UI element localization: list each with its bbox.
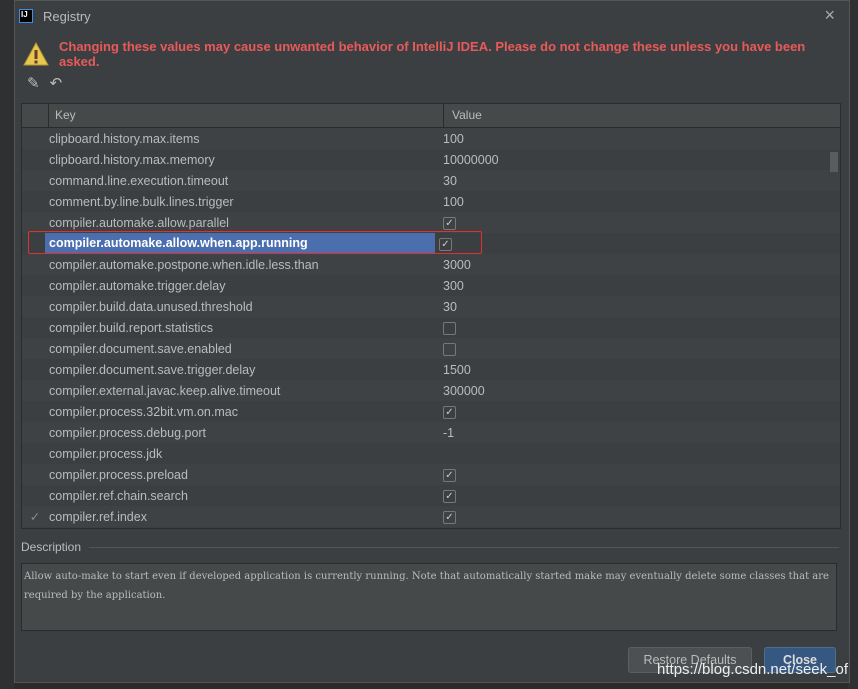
table-row[interactable]: compiler.build.data.unused.threshold 30 bbox=[22, 296, 840, 317]
value-column: 3000 bbox=[439, 258, 471, 272]
window-title: Registry bbox=[43, 8, 91, 24]
table-row[interactable]: compiler.build.report.statistics bbox=[22, 317, 840, 338]
description-text: Allow auto-make to start even if develop… bbox=[21, 563, 837, 631]
warning-banner: Changing these values may cause unwanted… bbox=[23, 39, 849, 69]
table-row[interactable]: compiler.document.save.trigger.delay 1500 bbox=[22, 359, 840, 380]
key-cell: compiler.process.debug.port bbox=[49, 425, 207, 440]
registry-dialog: IJ Registry × Changing these values may … bbox=[14, 0, 850, 683]
table-row[interactable]: compiler.automake.postpone.when.idle.les… bbox=[22, 254, 840, 275]
table-row[interactable]: command.line.execution.timeout 30 bbox=[22, 170, 840, 191]
key-cell: compiler.build.report.statistics bbox=[49, 320, 213, 335]
title-bar: IJ Registry bbox=[19, 7, 91, 25]
value-column bbox=[439, 341, 456, 356]
warning-text: Changing these values may cause unwanted… bbox=[58, 39, 806, 69]
key-cell: compiler.ref.chain.search bbox=[49, 488, 188, 503]
table-row[interactable]: compiler.process.32bit.vm.on.mac ✓ bbox=[22, 401, 840, 422]
scrollbar-thumb[interactable] bbox=[830, 152, 838, 172]
key-cell: clipboard.history.max.items bbox=[49, 131, 200, 146]
value-cell[interactable]: 100 bbox=[443, 132, 464, 146]
value-column: 10000000 bbox=[439, 153, 499, 167]
value-column: 300000 bbox=[439, 384, 485, 398]
toolbar: ✎ ↶ bbox=[27, 74, 62, 92]
highlight-box bbox=[28, 231, 482, 254]
table-row[interactable]: clipboard.history.max.memory 10000000 bbox=[22, 149, 840, 170]
value-cell[interactable]: 300 bbox=[443, 279, 464, 293]
key-cell: compiler.document.save.enabled bbox=[49, 341, 232, 356]
table-row[interactable]: compiler.external.javac.keep.alive.timeo… bbox=[22, 380, 840, 401]
value-column: 30 bbox=[439, 174, 457, 188]
checkbox[interactable]: ✓ bbox=[443, 216, 456, 230]
value-column: ✓ bbox=[439, 488, 456, 503]
checkbox[interactable]: ✓ bbox=[443, 468, 456, 482]
value-column bbox=[439, 320, 456, 335]
table-row[interactable]: compiler.ref.chain.search ✓ bbox=[22, 485, 840, 506]
key-cell: compiler.process.preload bbox=[49, 467, 188, 482]
value-column: ✓ bbox=[439, 404, 456, 419]
checkbox[interactable] bbox=[443, 321, 456, 335]
watermark: https://blog.csdn.net/seek_of bbox=[657, 661, 848, 678]
value-cell[interactable]: 30 bbox=[443, 300, 457, 314]
table-row[interactable]: compiler.automake.allow.parallel ✓ bbox=[22, 212, 840, 233]
key-cell: compiler.process.32bit.vm.on.mac bbox=[49, 404, 238, 419]
table-header: Key Value bbox=[22, 104, 840, 128]
value-cell[interactable]: 300000 bbox=[443, 384, 485, 398]
key-cell: compiler.automake.postpone.when.idle.les… bbox=[49, 257, 319, 272]
value-cell[interactable]: 100 bbox=[443, 195, 464, 209]
value-column: -1 bbox=[439, 426, 454, 440]
key-cell: compiler.document.save.trigger.delay bbox=[49, 362, 256, 377]
value-column: ✓ bbox=[439, 509, 456, 524]
table-row[interactable]: compiler.process.debug.port -1 bbox=[22, 422, 840, 443]
column-header-key[interactable]: Key bbox=[49, 104, 444, 127]
registry-table: Key Value clipboard.history.max.items 100… bbox=[21, 103, 841, 529]
table-row[interactable]: ✓ compiler.ref.index ✓ bbox=[22, 506, 840, 527]
value-column: ✓ bbox=[439, 215, 456, 230]
table-row[interactable]: clipboard.history.max.items 100 bbox=[22, 128, 840, 149]
key-cell: compiler.automake.trigger.delay bbox=[49, 278, 226, 293]
intellij-logo-icon: IJ bbox=[19, 9, 33, 23]
value-cell[interactable]: 10000000 bbox=[443, 153, 499, 167]
checkbox[interactable]: ✓ bbox=[443, 510, 456, 524]
table-row[interactable]: compiler.automake.allow.when.app.running… bbox=[22, 231, 840, 254]
value-cell[interactable]: 1500 bbox=[443, 363, 471, 377]
divider bbox=[89, 547, 839, 548]
table-row[interactable]: compiler.document.save.enabled bbox=[22, 338, 840, 359]
value-cell[interactable]: 30 bbox=[443, 174, 457, 188]
key-cell: compiler.automake.allow.parallel bbox=[49, 215, 229, 230]
close-icon[interactable]: × bbox=[824, 5, 835, 26]
checkbox[interactable]: ✓ bbox=[443, 489, 456, 503]
background-editor bbox=[0, 0, 14, 689]
column-header-value[interactable]: Value bbox=[444, 104, 482, 127]
modified-check-icon: ✓ bbox=[29, 510, 41, 524]
value-column: ✓ bbox=[439, 467, 456, 482]
table-row[interactable]: compiler.automake.trigger.delay 300 bbox=[22, 275, 840, 296]
table-row[interactable]: comment.by.line.bulk.lines.trigger 100 bbox=[22, 191, 840, 212]
checkbox[interactable]: ✓ bbox=[443, 405, 456, 419]
checkbox[interactable] bbox=[443, 342, 456, 356]
table-row[interactable]: compiler.process.jdk bbox=[22, 443, 840, 464]
description-label: Description bbox=[21, 540, 82, 554]
edit-icon[interactable]: ✎ bbox=[27, 74, 40, 92]
key-cell: clipboard.history.max.memory bbox=[49, 152, 215, 167]
key-cell: comment.by.line.bulk.lines.trigger bbox=[49, 194, 234, 209]
key-cell: compiler.external.javac.keep.alive.timeo… bbox=[49, 383, 281, 398]
value-column: 30 bbox=[439, 300, 457, 314]
value-cell[interactable]: -1 bbox=[443, 426, 454, 440]
value-column: 100 bbox=[439, 132, 464, 146]
value-column: 100 bbox=[439, 195, 464, 209]
key-cell: compiler.process.jdk bbox=[49, 446, 163, 461]
table-row[interactable]: compiler.process.preload ✓ bbox=[22, 464, 840, 485]
key-cell: command.line.execution.timeout bbox=[49, 173, 229, 188]
key-cell: compiler.ref.index bbox=[49, 509, 147, 524]
warning-icon bbox=[23, 42, 49, 66]
value-column: 300 bbox=[439, 279, 464, 293]
revert-icon[interactable]: ↶ bbox=[50, 74, 63, 92]
value-cell[interactable]: 3000 bbox=[443, 258, 471, 272]
value-column: 1500 bbox=[439, 363, 471, 377]
key-cell: compiler.build.data.unused.threshold bbox=[49, 299, 253, 314]
